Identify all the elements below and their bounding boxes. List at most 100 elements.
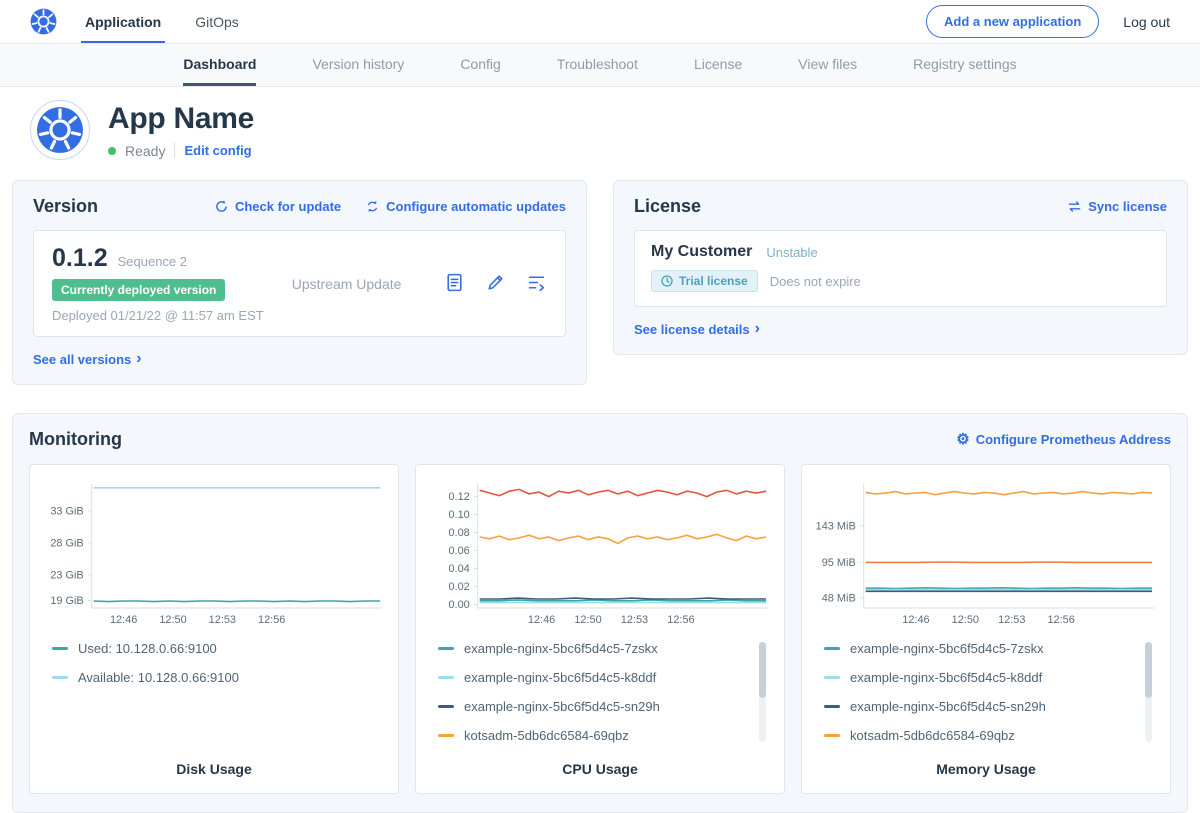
edit-config-icon[interactable]	[485, 272, 506, 296]
tab-view-files[interactable]: View files	[798, 44, 857, 86]
series-color-swatch	[824, 676, 840, 679]
cards-row: Version Check for update Configure autom…	[0, 176, 1200, 385]
license-box: My Customer Unstable Trial license Does …	[634, 230, 1167, 307]
legend-label: example-nginx-5bc6f5d4c5-k8ddf	[464, 670, 656, 685]
gear-icon: ⚙	[956, 432, 969, 447]
memory-usage-plot: 48 MiB 95 MiB 143 MiB 12:46 12:50 12:53 12:56	[812, 478, 1160, 628]
tab-license[interactable]: License	[694, 44, 742, 86]
legend-scrollbar-thumb[interactable]	[1145, 642, 1152, 698]
svg-text:12:46: 12:46	[110, 614, 137, 626]
memory-usage-legend: example-nginx-5bc6f5d4c5-7zskx example-ng…	[824, 641, 1152, 743]
chevron-right-icon: ›	[136, 351, 141, 367]
svg-text:95 MiB: 95 MiB	[822, 557, 856, 569]
tab-registry-settings[interactable]: Registry settings	[913, 44, 1016, 86]
svg-text:12:50: 12:50	[159, 614, 186, 626]
legend-item: kotsadm-5db6dc6584-69qbz	[438, 728, 746, 743]
sync-icon	[1067, 200, 1082, 213]
legend-item: Available: 10.128.0.66:9100	[52, 670, 360, 685]
series-color-swatch	[52, 676, 68, 679]
tab-gitops[interactable]: GitOps	[195, 0, 239, 43]
series-color-swatch	[438, 647, 454, 650]
monitoring-title: Monitoring	[29, 429, 122, 450]
current-version-info: 0.1.2 Sequence 2 Currently deployed vers…	[52, 244, 264, 323]
legend-label: example-nginx-5bc6f5d4c5-7zskx	[850, 641, 1044, 656]
svg-text:0.10: 0.10	[448, 509, 469, 521]
check-for-update-link[interactable]: Check for update	[214, 199, 341, 214]
tab-config[interactable]: Config	[460, 44, 500, 86]
configure-automatic-updates-label: Configure automatic updates	[386, 199, 566, 214]
auto-update-icon	[365, 199, 380, 214]
sync-license-label: Sync license	[1088, 199, 1167, 214]
page-title: App Name	[108, 102, 254, 136]
svg-text:48 MiB: 48 MiB	[822, 593, 856, 605]
version-card: Version Check for update Configure autom…	[12, 180, 587, 385]
svg-text:12:46: 12:46	[528, 614, 555, 626]
series-color-swatch	[52, 647, 68, 650]
memory-usage-chart-panel: 48 MiB95 MiB143 MiB12:4612:5012:5312:56 …	[801, 464, 1171, 794]
legend-scrollbar-thumb[interactable]	[759, 642, 766, 698]
clock-icon	[661, 275, 673, 287]
chart-title: Memory Usage	[812, 743, 1160, 777]
svg-text:33 GiB: 33 GiB	[50, 505, 83, 517]
deploy-logs-icon[interactable]	[526, 272, 547, 296]
expiration-label: Does not expire	[770, 274, 861, 289]
tab-version-history[interactable]: Version history	[312, 44, 404, 86]
svg-text:28 GiB: 28 GiB	[50, 537, 83, 549]
disk-usage-plot: 19 GiB23 GiB28 GiB33 GiB12:4612:5012:531…	[40, 478, 388, 628]
tab-dashboard[interactable]: Dashboard	[183, 44, 256, 86]
svg-text:12:53: 12:53	[998, 614, 1025, 626]
cpu-usage-chart-panel: 0.000.020.040.060.080.100.1212:4612:5012…	[415, 464, 785, 794]
see-license-details-link[interactable]: See license details ›	[634, 321, 760, 337]
series-color-swatch	[824, 705, 840, 708]
license-card: License Sync license My Customer Unstabl…	[613, 180, 1188, 355]
legend-scrollbar[interactable]	[1145, 642, 1152, 742]
deployed-version-badge: Currently deployed version	[52, 279, 225, 301]
license-type-label: Trial license	[679, 274, 748, 288]
legend-item: example-nginx-5bc6f5d4c5-sn29h	[824, 699, 1132, 714]
tab-application[interactable]: Application	[85, 0, 161, 43]
configure-automatic-updates-link[interactable]: Configure automatic updates	[365, 199, 566, 214]
cpu-usage-plot: 0.000.020.040.060.080.100.1212:4612:5012…	[426, 478, 774, 628]
svg-text:12:46: 12:46	[902, 614, 929, 626]
chart-title: Disk Usage	[40, 743, 388, 777]
legend-item: Used: 10.128.0.66:9100	[52, 641, 360, 656]
legend-item: example-nginx-5bc6f5d4c5-sn29h	[438, 699, 746, 714]
disk-usage-chart-panel: 19 GiB23 GiB28 GiB33 GiB12:4612:5012:531…	[29, 464, 399, 794]
chevron-right-icon: ›	[755, 321, 760, 337]
upstream-update-label: Upstream Update	[292, 276, 402, 292]
app-header: App Name Ready Edit config	[0, 87, 1200, 176]
svg-text:12:56: 12:56	[667, 614, 694, 626]
legend-item: kotsadm-5db6dc6584-69qbz	[824, 728, 1132, 743]
add-new-application-button[interactable]: Add a new application	[926, 5, 1099, 38]
series-color-swatch	[438, 734, 454, 737]
legend-label: kotsadm-5db6dc6584-69qbz	[850, 728, 1015, 743]
see-all-versions-link[interactable]: See all versions ›	[33, 351, 142, 367]
legend-scrollbar[interactable]	[759, 642, 766, 742]
svg-text:12:56: 12:56	[1047, 614, 1074, 626]
release-notes-icon[interactable]	[444, 272, 465, 296]
series-color-swatch	[438, 705, 454, 708]
legend-label: Available: 10.128.0.66:9100	[78, 670, 239, 685]
edit-config-link[interactable]: Edit config	[184, 143, 251, 158]
legend-label: example-nginx-5bc6f5d4c5-k8ddf	[850, 670, 1042, 685]
svg-text:12:50: 12:50	[952, 614, 979, 626]
svg-text:0.08: 0.08	[448, 527, 469, 539]
configure-prometheus-link[interactable]: ⚙ Configure Prometheus Address	[956, 432, 1171, 447]
license-card-title: License	[634, 196, 701, 217]
svg-text:19 GiB: 19 GiB	[50, 595, 83, 607]
legend-label: example-nginx-5bc6f5d4c5-7zskx	[464, 641, 658, 656]
svg-text:12:50: 12:50	[574, 614, 601, 626]
tab-troubleshoot[interactable]: Troubleshoot	[557, 44, 638, 86]
deployed-timestamp: Deployed 01/21/22 @ 11:57 am EST	[52, 308, 264, 323]
svg-text:143 MiB: 143 MiB	[816, 520, 856, 532]
legend-item: example-nginx-5bc6f5d4c5-7zskx	[824, 641, 1132, 656]
app-sub-navbar: Dashboard Version history Config Trouble…	[0, 44, 1200, 87]
kubernetes-logo-icon	[30, 8, 57, 35]
logout-button[interactable]: Log out	[1123, 14, 1170, 30]
status-dot	[108, 147, 116, 155]
check-for-update-label: Check for update	[235, 199, 341, 214]
current-version-box: 0.1.2 Sequence 2 Currently deployed vers…	[33, 230, 566, 337]
sync-license-link[interactable]: Sync license	[1067, 199, 1167, 214]
chart-title: CPU Usage	[426, 743, 774, 777]
legend-label: Used: 10.128.0.66:9100	[78, 641, 217, 656]
